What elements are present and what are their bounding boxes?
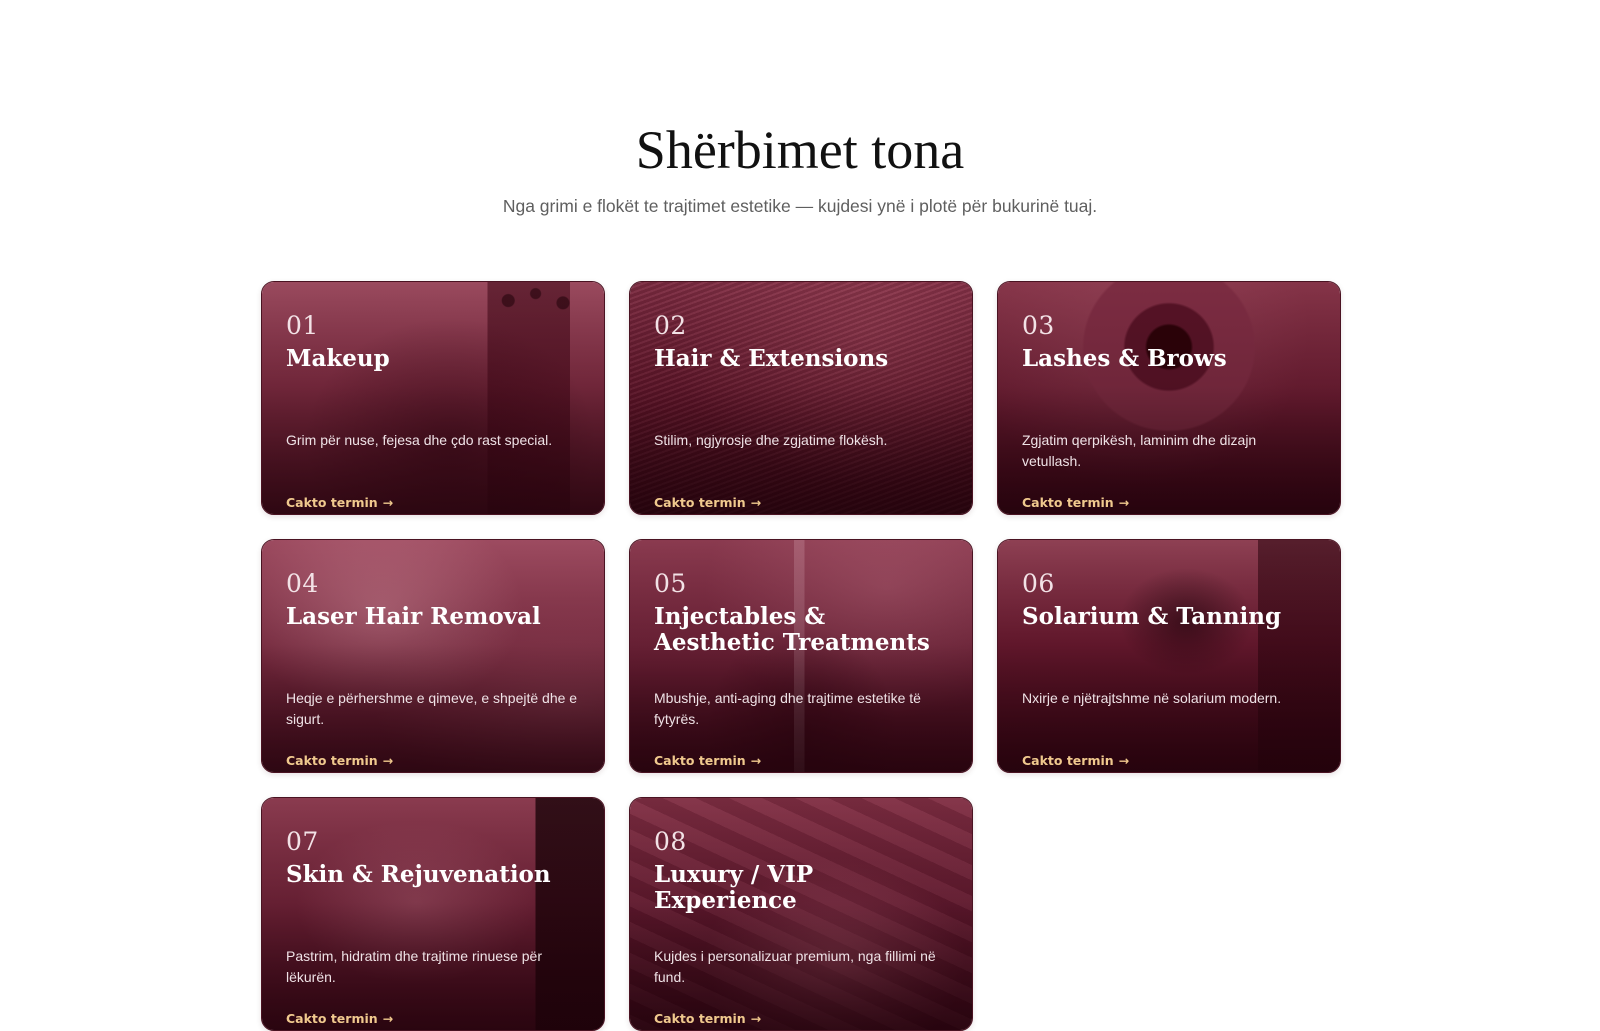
service-card-solarium-tanning[interactable]: 06 Solarium & Tanning Nxirje e njëtrajts… (997, 539, 1341, 773)
cta-label: Cakto termin (654, 753, 746, 768)
book-appointment-link[interactable]: Cakto termin → (286, 752, 393, 770)
card-description: Heqje e përhershme e qimeve, e shpejtë d… (286, 690, 578, 727)
book-appointment-link[interactable]: Cakto termin → (286, 494, 393, 512)
service-card-makeup[interactable]: 01 Makeup Grim për nuse, fejesa dhe çdo … (261, 281, 605, 515)
book-appointment-link[interactable]: Cakto termin → (654, 1010, 761, 1028)
arrow-right-icon: → (1118, 753, 1130, 768)
card-title: Lashes & Brows (1022, 345, 1227, 372)
card-title: Hair & Extensions (654, 345, 889, 372)
arrow-right-icon: → (382, 1011, 394, 1026)
cta-label: Cakto termin (286, 495, 378, 510)
card-title: Skin & Rejuvenation (286, 861, 551, 888)
card-number: 06 (1022, 569, 1055, 598)
service-card-laser-hair-removal[interactable]: 04 Laser Hair Removal Heqje e përhershme… (261, 539, 605, 773)
service-card-luxury-vip[interactable]: 08 Luxury / VIP Experience Kujdes i pers… (629, 797, 973, 1031)
card-description: Nxirje e njëtrajtshme në solarium modern… (1022, 690, 1282, 706)
arrow-right-icon: → (1118, 495, 1130, 510)
services-section: Shërbimet tona Nga grimi e flokët te tra… (0, 0, 1600, 1031)
cta-label: Cakto termin (286, 1011, 378, 1026)
card-number: 01 (286, 311, 319, 340)
cta-label: Cakto termin (654, 1011, 746, 1026)
card-title: Injectables & Aesthetic Treatments (654, 603, 930, 656)
service-card-hair-extensions[interactable]: 02 Hair & Extensions Stilim, ngjyrosje d… (629, 281, 973, 515)
book-appointment-link[interactable]: Cakto termin → (654, 494, 761, 512)
card-title: Laser Hair Removal (286, 603, 541, 630)
card-title: Solarium & Tanning (1022, 603, 1282, 630)
services-grid: 01 Makeup Grim për nuse, fejesa dhe çdo … (261, 281, 1341, 1031)
service-card-lashes-brows[interactable]: 03 Lashes & Brows Zgjatim qerpikësh, lam… (997, 281, 1341, 515)
book-appointment-link[interactable]: Cakto termin → (1022, 494, 1129, 512)
card-description: Stilim, ngjyrosje dhe zgjatime flokësh. (654, 432, 888, 448)
card-number: 02 (654, 311, 687, 340)
service-card-skin-rejuvenation[interactable]: 07 Skin & Rejuvenation Pastrim, hidratim… (261, 797, 605, 1031)
book-appointment-link[interactable]: Cakto termin → (286, 1010, 393, 1028)
card-description: Kujdes i personalizuar premium, nga fill… (654, 948, 936, 985)
service-card-injectables[interactable]: 05 Injectables & Aesthetic Treatments Mb… (629, 539, 973, 773)
section-subtitle: Nga grimi e flokët te trajtimet estetike… (502, 196, 1098, 216)
cta-label: Cakto termin (286, 753, 378, 768)
book-appointment-link[interactable]: Cakto termin → (1022, 752, 1129, 770)
card-description: Mbushje, anti-aging dhe trajtime estetik… (654, 690, 921, 727)
card-number: 07 (286, 827, 319, 856)
card-number: 05 (654, 569, 687, 598)
card-title: Luxury / VIP Experience (654, 861, 814, 914)
cta-label: Cakto termin (654, 495, 746, 510)
card-number: 03 (1022, 311, 1055, 340)
card-description: Pastrim, hidratim dhe trajtime rinuese p… (286, 948, 542, 985)
cta-label: Cakto termin (1022, 495, 1114, 510)
section-heading: Shërbimet tona (635, 120, 965, 180)
card-number: 04 (286, 569, 319, 598)
card-title: Makeup (286, 345, 390, 372)
card-description: Grim për nuse, fejesa dhe çdo rast speci… (286, 432, 553, 448)
book-appointment-link[interactable]: Cakto termin → (654, 752, 761, 770)
arrow-right-icon: → (750, 495, 762, 510)
arrow-right-icon: → (382, 495, 394, 510)
arrow-right-icon: → (750, 1011, 762, 1026)
arrow-right-icon: → (382, 753, 394, 768)
arrow-right-icon: → (750, 753, 762, 768)
card-number: 08 (654, 827, 687, 856)
cta-label: Cakto termin (1022, 753, 1114, 768)
card-description: Zgjatim qerpikësh, laminim dhe dizajn ve… (1022, 432, 1257, 469)
